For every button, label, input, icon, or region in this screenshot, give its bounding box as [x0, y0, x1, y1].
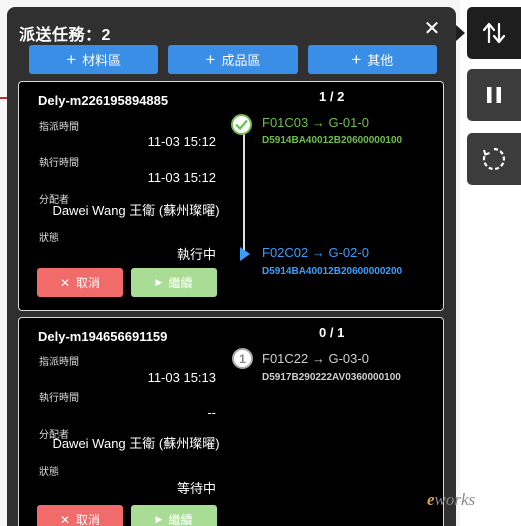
assigned-time-label: 指派時間 — [39, 357, 79, 368]
status-value: 執行中 — [176, 247, 216, 262]
step-route: F01C03 → G-01-0 — [262, 115, 369, 130]
swap-route-button[interactable] — [467, 7, 521, 59]
area-button-label: 其他 — [367, 53, 394, 68]
close-icon: ✕ — [59, 275, 71, 290]
assigner-value: Dawei Wang 王衛 (蘇州璨曜) — [52, 436, 220, 451]
plus-icon: + — [66, 50, 77, 69]
dispatch-task-panel: 派送任務：2 ✕ + 材料區 + 成品區 + 其他 Dely-m22619589… — [7, 7, 456, 526]
watermark-logo: eworks — [427, 490, 476, 509]
area-button-label: 成品區 — [221, 53, 261, 68]
status-label: 狀態 — [39, 233, 59, 244]
assigned-time-value: 11-03 15:12 — [147, 134, 216, 149]
area-button-row: + 材料區 + 成品區 + 其他 — [29, 45, 437, 74]
plus-icon: + — [205, 50, 216, 69]
task-id: Dely-m194656691159 — [38, 329, 168, 344]
status-value: 等待中 — [176, 481, 216, 496]
refresh-button[interactable] — [467, 133, 521, 185]
task-progress: 1 / 2 — [319, 89, 345, 104]
exec-time-value: 11-03 15:12 — [147, 170, 216, 185]
area-button-label: 材料區 — [82, 53, 122, 68]
pause-icon — [487, 87, 501, 103]
task-card: Dely-m194656691159 0 / 1 指派時間 11-03 15:1… — [18, 317, 444, 526]
cancel-label: 取消 — [76, 276, 101, 290]
refresh-icon — [482, 147, 506, 171]
cancel-button[interactable]: ✕ 取消 — [37, 268, 123, 297]
step-route: F02C02 → G-02-0 — [262, 245, 369, 260]
assigner-value: Dawei Wang 王衛 (蘇州璨曜) — [52, 203, 220, 218]
step-connector — [243, 133, 245, 253]
continue-button[interactable]: ▶ 繼續 — [131, 268, 217, 297]
close-icon: ✕ — [59, 512, 71, 526]
status-label: 狀態 — [39, 467, 59, 478]
close-button[interactable]: ✕ — [422, 19, 442, 39]
panel-title: 派送任務：2 — [19, 27, 111, 44]
cancel-label: 取消 — [76, 513, 101, 526]
step-code: D5917B290222AV0360000100 — [262, 372, 401, 383]
exec-time-label: 執行時間 — [39, 393, 79, 404]
assigned-time-label: 指派時間 — [39, 122, 79, 133]
assigned-time-value: 11-03 15:13 — [147, 370, 216, 385]
plus-icon: + — [351, 50, 362, 69]
panel-pointer — [456, 25, 465, 41]
play-icon: ▶ — [155, 277, 163, 287]
step-number-icon: 1 — [232, 348, 253, 369]
material-area-button[interactable]: + 材料區 — [29, 45, 159, 74]
play-icon: ▶ — [155, 514, 163, 524]
exec-time-value: -- — [207, 405, 216, 420]
step-code: D5914BA40012B20600000200 — [262, 266, 403, 277]
other-area-button[interactable]: + 其他 — [307, 45, 437, 74]
step-code: D5914BA40012B20600000100 — [262, 135, 403, 146]
finished-area-button[interactable]: + 成品區 — [168, 45, 298, 74]
task-id: Dely-m226195894885 — [38, 93, 169, 108]
current-step-icon — [240, 247, 250, 261]
task-actions: ✕ 取消 ▶ 繼續 — [19, 505, 239, 526]
step-route: F01C22 → G-03-0 — [262, 351, 369, 366]
cancel-button[interactable]: ✕ 取消 — [37, 505, 123, 526]
task-progress: 0 / 1 — [319, 325, 345, 340]
pause-button[interactable] — [467, 69, 521, 121]
exec-time-label: 執行時間 — [39, 158, 79, 169]
check-icon — [231, 114, 252, 135]
task-card: Dely-m226195894885 1 / 2 指派時間 11-03 15:1… — [18, 81, 444, 311]
continue-button[interactable]: ▶ 繼續 — [131, 505, 217, 526]
continue-label: 繼續 — [168, 276, 193, 290]
task-actions: ✕ 取消 ▶ 繼續 — [19, 268, 239, 297]
swap-route-icon — [482, 22, 506, 44]
continue-label: 繼續 — [168, 513, 193, 526]
